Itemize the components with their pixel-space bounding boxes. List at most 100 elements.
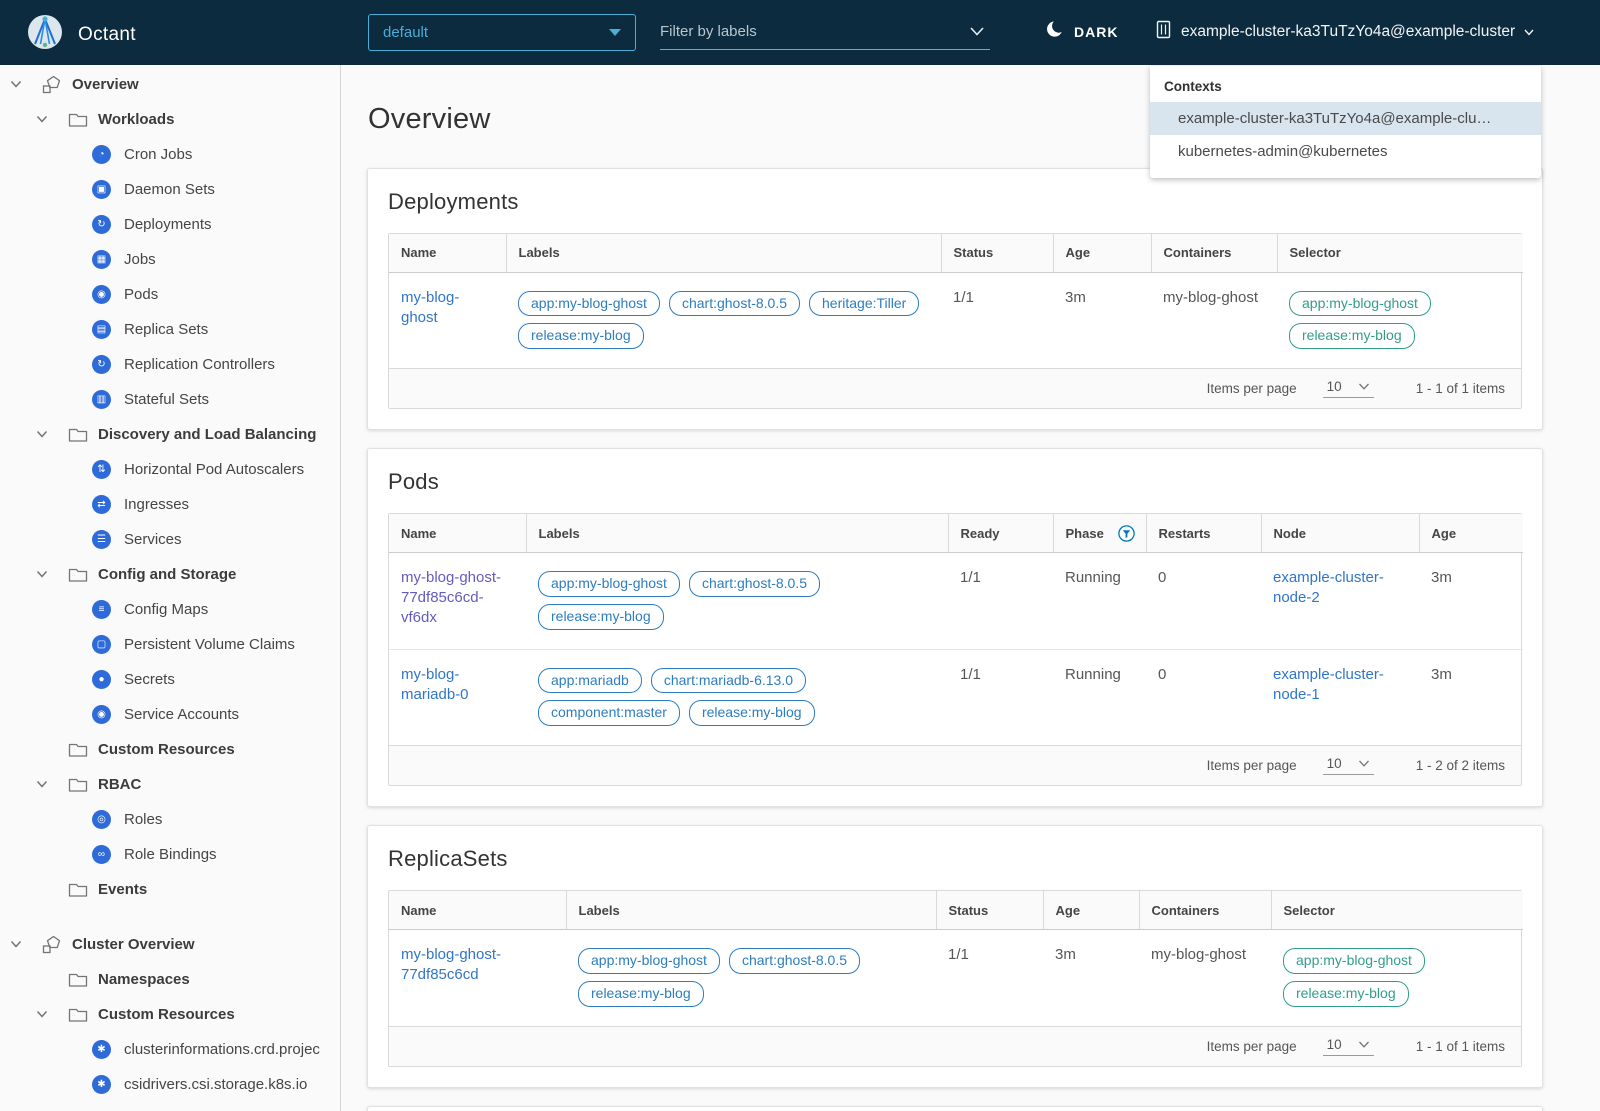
column-header-age: Age xyxy=(1052,234,1151,273)
sidebar-item-secrets[interactable]: ● Secrets xyxy=(0,662,340,697)
label-pill: component:master xyxy=(538,700,680,727)
table-pagination: Items per page 10 1 - 2 of 2 items xyxy=(389,745,1521,786)
items-per-page-select[interactable]: 10 xyxy=(1322,756,1374,776)
namespace-select[interactable]: default xyxy=(368,14,636,51)
theme-toggle-button[interactable]: DARK xyxy=(1046,20,1118,44)
sidebar-item-replication-controllers[interactable]: ↻ Replication Controllers xyxy=(0,347,340,382)
resource-link[interactable]: example-cluster-node-1 xyxy=(1273,666,1384,703)
sidebar-item-custom-resources[interactable]: Custom Resources xyxy=(0,997,340,1032)
column-header-name: Name xyxy=(389,891,566,930)
card-title: Deployments xyxy=(388,189,519,214)
sidebar-item-pods[interactable]: ◉ Pods xyxy=(0,277,340,312)
table-cell-text: 3m xyxy=(1419,648,1523,746)
table-cell-labels: app:my-blog-ghost chart:ghost-8.0.5 releas… xyxy=(526,552,948,649)
sidebar-item-workloads[interactable]: Workloads xyxy=(0,102,340,137)
resource-link[interactable]: example-cluster-node-2 xyxy=(1273,569,1384,606)
pods-card: Pods Name Labels Ready Phase Restarts Node Age m… xyxy=(367,448,1543,808)
sidebar-item-discovery-and-load-balancing[interactable]: Discovery and Load Balancing xyxy=(0,417,340,452)
context-switcher-button[interactable]: example-cluster-ka3TuTzYo4a@example-clus… xyxy=(1155,20,1534,44)
card-title: ReplicaSets xyxy=(388,846,508,872)
items-per-page-value: 10 xyxy=(1326,1036,1342,1052)
sidebar-item-cluster-overview[interactable]: Cluster Overview xyxy=(0,927,340,962)
resource-link[interactable]: my-blog-ghost-77df85c6cd-vf6dx xyxy=(401,569,501,627)
context-menu-item-kubernetes-admin[interactable]: kubernetes-admin@kubernetes xyxy=(1150,135,1541,168)
sidebar-item-label: Namespaces xyxy=(98,971,190,988)
folder-icon xyxy=(68,425,96,445)
sidebar-item-replica-sets[interactable]: ▤ Replica Sets xyxy=(0,312,340,347)
column-header-label: Containers xyxy=(1163,245,1232,261)
octant-logo-icon xyxy=(26,13,64,56)
chevron-down-icon[interactable] xyxy=(36,777,60,793)
items-per-page-select[interactable]: 10 xyxy=(1322,379,1374,399)
resource-link[interactable]: my-blog-ghost xyxy=(401,289,459,326)
sidebar-item-label: Cluster Overview xyxy=(72,936,195,953)
label-filter-input[interactable] xyxy=(660,23,970,40)
sidebar-item-persistent-volume-claims[interactable]: ▢ Persistent Volume Claims xyxy=(0,627,340,662)
applications-icon xyxy=(42,75,70,95)
sidebar-item-csidrivers-csi-storage-k8s-io[interactable]: ✱ csidrivers.csi.storage.k8s.io xyxy=(0,1067,340,1102)
sidebar-item-label: Config and Storage xyxy=(98,566,237,583)
chevron-down-icon[interactable] xyxy=(36,112,60,128)
chevron-down-icon[interactable] xyxy=(10,77,34,93)
items-per-page-select[interactable]: 10 xyxy=(1322,1036,1374,1056)
table-cell-selectors: app:my-blog-ghost release:my-blog xyxy=(1271,929,1523,1025)
sidebar-item-services[interactable]: ☰ Services xyxy=(0,522,340,557)
sidebar-item-label: Config Maps xyxy=(124,601,209,618)
items-per-page-label: Items per page xyxy=(1206,758,1297,774)
pods-icon: ◉ xyxy=(92,285,122,305)
sidebar-item-label: Pods xyxy=(124,286,159,303)
sidebar-item-namespaces[interactable]: Namespaces xyxy=(0,962,340,997)
table-cell-text: 1/1 xyxy=(948,945,969,963)
context-menu-item-example-cluster[interactable]: example-cluster-ka3TuTzYo4a@example-clu… xyxy=(1150,102,1541,135)
persistent-volume-claims-icon: ▢ xyxy=(92,635,122,655)
chevron-placeholder xyxy=(36,882,60,898)
sidebar-item-cron-jobs[interactable]: ◔ Cron Jobs xyxy=(0,137,340,172)
sidebar-item-stateful-sets[interactable]: ▥ Stateful Sets xyxy=(0,382,340,417)
sidebar-item-roles[interactable]: ◎ Roles xyxy=(0,802,340,837)
sidebar-item-config-and-storage[interactable]: Config and Storage xyxy=(0,557,340,592)
sidebar-item-role-bindings[interactable]: ∞ Role Bindings xyxy=(0,837,340,872)
sidebar-item-overview[interactable]: Overview xyxy=(0,67,340,102)
service-accounts-icon: ◉ xyxy=(92,705,122,725)
sidebar-item-deployments[interactable]: ↻ Deployments xyxy=(0,207,340,242)
sidebar-item-clusterinformations-crd-projec[interactable]: ✱ clusterinformations.crd.projec xyxy=(0,1032,340,1067)
sidebar-item-label: Daemon Sets xyxy=(124,181,215,198)
table-pagination: Items per page 10 1 - 1 of 1 items xyxy=(389,1025,1521,1066)
main-content: Overview Deployments Name Labels Status Age C… xyxy=(341,65,1600,1111)
chevron-down-icon xyxy=(1524,23,1534,41)
chevron-down-icon[interactable] xyxy=(36,567,60,583)
sidebar-item-ingresses[interactable]: ⇄ Ingresses xyxy=(0,487,340,522)
config-maps-icon: ≡ xyxy=(92,600,122,620)
chevron-down-icon[interactable] xyxy=(970,23,984,41)
sidebar-item-config-maps[interactable]: ≡ Config Maps xyxy=(0,592,340,627)
chevron-down-icon[interactable] xyxy=(36,427,60,443)
sidebar-item-rbac[interactable]: RBAC xyxy=(0,767,340,802)
sidebar-item-events[interactable]: Events xyxy=(0,872,340,907)
label-pill: release:my-blog xyxy=(688,700,815,727)
column-header-phase: Phase xyxy=(1052,514,1146,553)
sidebar-item-daemon-sets[interactable]: ▣ Daemon Sets xyxy=(0,172,340,207)
column-header-name: Name xyxy=(389,234,506,273)
sidebar-item-horizontal-pod-autoscalers[interactable]: ⇅ Horizontal Pod Autoscalers xyxy=(0,452,340,487)
sidebar-item-label: Service Accounts xyxy=(124,706,240,723)
pagination-range: 1 - 2 of 2 items xyxy=(1415,758,1505,774)
app-header: Octant default DARK example-cluster-ka3T… xyxy=(0,0,1600,65)
label-pill: app:my-blog-ghost xyxy=(578,947,720,974)
column-header-label: Status xyxy=(948,902,989,918)
secrets-icon: ● xyxy=(92,670,122,690)
chevron-down-icon[interactable] xyxy=(10,937,34,953)
chevron-down-icon[interactable] xyxy=(36,1007,60,1023)
items-per-page-label: Items per page xyxy=(1206,1038,1297,1054)
label-pill: chart:ghost-8.0.5 xyxy=(668,290,801,317)
sidebar-item-service-accounts[interactable]: ◉ Service Accounts xyxy=(0,697,340,732)
sidebar-item-jobs[interactable]: ▦ Jobs xyxy=(0,242,340,277)
table-cell-text: 3m xyxy=(1065,288,1086,306)
filter-icon[interactable] xyxy=(1118,524,1135,542)
stateful-sets-icon: ▥ xyxy=(92,390,122,410)
sidebar-item-custom-resources[interactable]: Custom Resources xyxy=(0,732,340,767)
resource-link[interactable]: my-blog-ghost-77df85c6cd xyxy=(401,946,501,983)
label-pill: app:my-blog-ghost xyxy=(518,290,660,317)
table-cell-text: 0 xyxy=(1158,568,1167,586)
resource-link[interactable]: my-blog-mariadb-0 xyxy=(401,666,469,703)
contexts-dropdown-title: Contexts xyxy=(1164,79,1222,94)
